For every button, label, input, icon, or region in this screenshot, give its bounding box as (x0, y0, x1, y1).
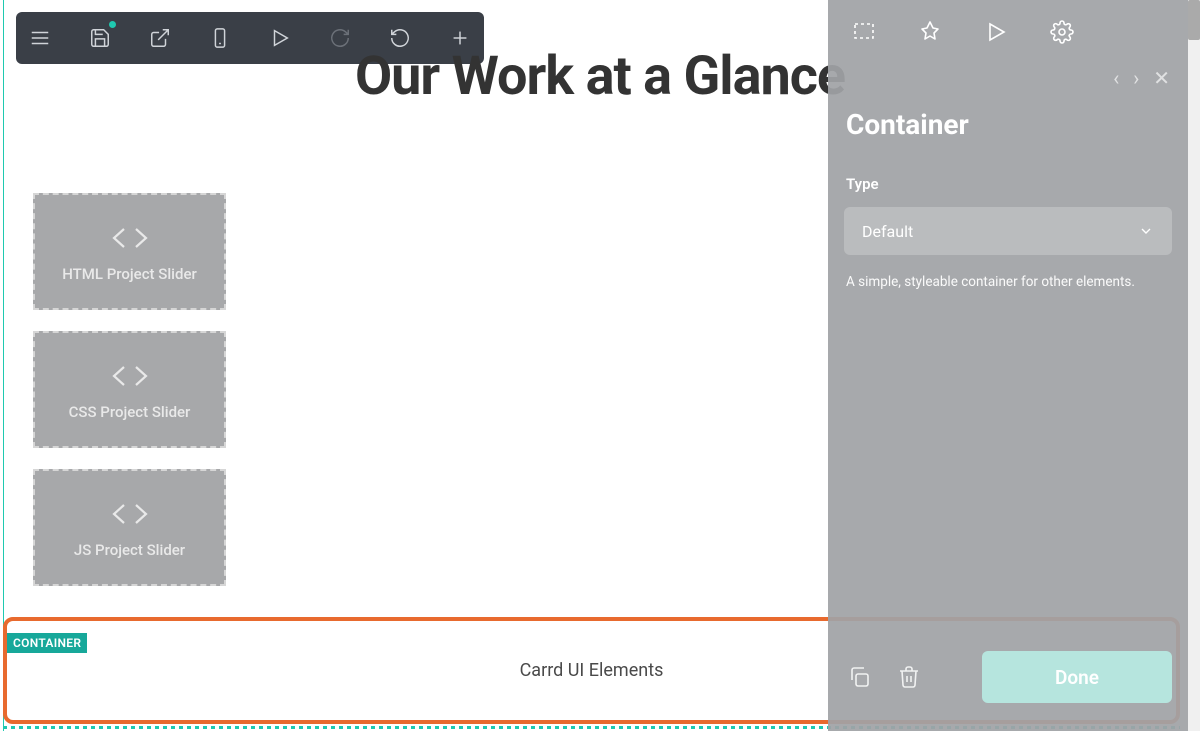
delete-button[interactable] (894, 662, 924, 692)
embed-element-css[interactable]: CSS Project Slider (33, 331, 226, 448)
type-help-text: A simple, styleable container for other … (844, 273, 1172, 292)
chevron-down-icon (1138, 223, 1154, 239)
panel-prev[interactable]: ‹ (1113, 66, 1119, 90)
code-icon (106, 359, 154, 393)
play-icon (984, 20, 1008, 44)
embed-element-label: CSS Project Slider (69, 403, 191, 421)
type-select-value: Default (862, 222, 913, 241)
done-button-label: Done (1055, 666, 1099, 689)
properties-panel: ‹ › ✕ Container Type Default A simple, s… (828, 0, 1188, 731)
embed-element-js[interactable]: JS Project Slider (33, 469, 226, 586)
embed-element-html[interactable]: HTML Project Slider (33, 193, 226, 310)
code-icon (106, 221, 154, 255)
done-button[interactable]: Done (982, 651, 1172, 703)
tab-animate[interactable] (982, 18, 1010, 46)
embed-element-label: HTML Project Slider (62, 265, 197, 283)
field-label-type: Type (844, 175, 1172, 193)
panel-close[interactable]: ✕ (1153, 66, 1170, 90)
unsaved-indicator-dot (109, 21, 116, 28)
trash-icon (897, 665, 921, 689)
scrollbar-track (1188, 0, 1200, 731)
panel-next[interactable]: › (1133, 66, 1139, 90)
panel-nav: ‹ › ✕ (1113, 66, 1170, 90)
duplicate-button[interactable] (844, 662, 874, 692)
tab-settings[interactable] (1048, 18, 1076, 46)
selection-tag: CONTAINER (7, 633, 87, 653)
code-icon (106, 497, 154, 531)
pin-icon (918, 20, 942, 44)
type-select[interactable]: Default (844, 207, 1172, 255)
embed-element-stack: HTML Project Slider CSS Project Slider J… (33, 193, 226, 586)
embed-element-label: JS Project Slider (74, 541, 185, 559)
panel-tabs (844, 16, 1172, 58)
gear-icon (1050, 20, 1074, 44)
tab-style[interactable] (916, 18, 944, 46)
selection-box-icon (852, 20, 876, 44)
container-text: Carrd UI Elements (520, 660, 664, 681)
panel-actions: Done (844, 651, 1172, 703)
duplicate-icon (847, 665, 871, 689)
tab-layout[interactable] (850, 18, 878, 46)
panel-title: Container (844, 108, 1172, 141)
scrollbar-thumb[interactable] (1188, 0, 1200, 40)
